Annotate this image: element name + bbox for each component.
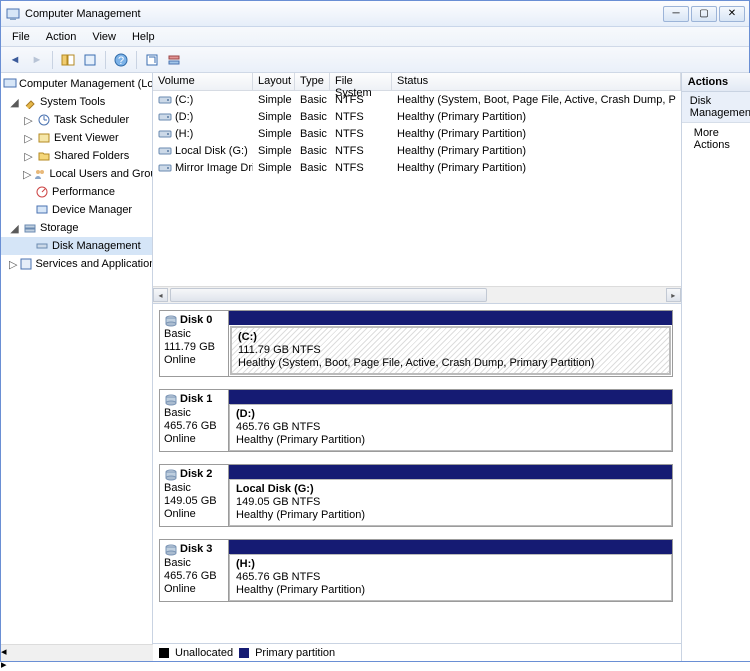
disk-info: Disk 3Basic465.76 GBOnline [159, 539, 229, 602]
close-button[interactable]: ✕ [719, 6, 745, 22]
expander-icon[interactable]: ▷ [23, 168, 31, 181]
actions-section[interactable]: Disk Management▴ [682, 92, 750, 123]
clock-icon [36, 112, 52, 128]
tree-storage[interactable]: Storage [40, 222, 79, 234]
properties-button[interactable] [80, 50, 100, 70]
users-icon [33, 166, 47, 182]
col-volume[interactable]: Volume [153, 73, 253, 90]
computer-icon [3, 76, 17, 92]
tree-local-users[interactable]: Local Users and Groups [49, 168, 153, 180]
more-actions-item[interactable]: More Actions▸ [682, 123, 750, 155]
disk-icon [34, 238, 50, 254]
disk-row[interactable]: Disk 2Basic149.05 GBOnlineLocal Disk (G:… [159, 464, 673, 527]
disk-info: Disk 2Basic149.05 GBOnline [159, 464, 229, 527]
forward-button[interactable]: ► [27, 50, 47, 70]
drive-icon [158, 145, 172, 157]
volume-row[interactable]: Mirror Image Drive (J:)SimpleBasicNTFSHe… [153, 159, 681, 176]
view-settings-button[interactable] [164, 50, 184, 70]
expander-icon[interactable]: ◢ [9, 96, 20, 109]
title-bar: Computer Management ─ ▢ ✕ [1, 1, 749, 27]
menu-view[interactable]: View [85, 29, 123, 45]
partition-bar[interactable]: (H:)465.76 GB NTFSHealthy (Primary Parti… [229, 539, 673, 602]
minimize-button[interactable]: ─ [663, 6, 689, 22]
drive-icon [158, 162, 172, 174]
disk-info: Disk 0Basic111.79 GBOnline [159, 310, 229, 377]
tree-task-scheduler[interactable]: Task Scheduler [54, 114, 129, 126]
menu-action[interactable]: Action [39, 29, 84, 45]
window-title: Computer Management [25, 8, 663, 20]
navigation-tree[interactable]: Computer Management (Local) ◢ System Tool… [1, 73, 153, 644]
volume-row[interactable]: (D:)SimpleBasicNTFSHealthy (Primary Part… [153, 108, 681, 125]
col-type[interactable]: Type [295, 73, 330, 90]
expander-icon[interactable]: ◢ [9, 222, 20, 235]
volume-list-header: Volume Layout Type File System Status [153, 73, 681, 91]
device-icon [34, 202, 50, 218]
disk-cylinder-icon [164, 314, 178, 328]
disk-cylinder-icon [164, 393, 178, 407]
maximize-button[interactable]: ▢ [691, 6, 717, 22]
disk-cylinder-icon [164, 543, 178, 557]
drive-icon [158, 128, 172, 140]
show-hide-tree-button[interactable] [58, 50, 78, 70]
expander-icon[interactable]: ▷ [23, 114, 34, 127]
disk-info: Disk 1Basic465.76 GBOnline [159, 389, 229, 452]
tree-performance[interactable]: Performance [52, 186, 115, 198]
storage-icon [22, 220, 38, 236]
menu-file[interactable]: File [5, 29, 37, 45]
toolbar: ◄ ► ? [1, 47, 749, 73]
volume-row[interactable]: (C:)SimpleBasicNTFSHealthy (System, Boot… [153, 91, 681, 108]
drive-icon [158, 111, 172, 123]
disk-cylinder-icon [164, 468, 178, 482]
tree-scrollbar[interactable]: ◂▸ [1, 644, 153, 661]
actions-header: Actions [682, 73, 750, 92]
drive-icon [158, 94, 172, 106]
volume-row[interactable]: Local Disk (G:)SimpleBasicNTFSHealthy (P… [153, 142, 681, 159]
expander-icon[interactable]: ▷ [23, 150, 34, 163]
app-icon [5, 6, 21, 22]
tree-device-manager[interactable]: Device Manager [52, 204, 132, 216]
legend: Unallocated Primary partition [153, 643, 681, 661]
tree-system-tools[interactable]: System Tools [40, 96, 105, 108]
unallocated-swatch [159, 648, 169, 658]
legend-primary: Primary partition [255, 647, 335, 659]
volume-list-scrollbar[interactable]: ◂▸ [153, 286, 681, 303]
partition-bar[interactable]: Local Disk (G:)149.05 GB NTFSHealthy (Pr… [229, 464, 673, 527]
col-filesystem[interactable]: File System [330, 73, 392, 90]
tree-shared-folders[interactable]: Shared Folders [54, 150, 129, 162]
refresh-button[interactable] [142, 50, 162, 70]
col-status[interactable]: Status [392, 73, 681, 90]
partition-bar[interactable]: (D:)465.76 GB NTFSHealthy (Primary Parti… [229, 389, 673, 452]
expander-icon[interactable]: ▷ [9, 258, 17, 271]
volume-row[interactable]: (H:)SimpleBasicNTFSHealthy (Primary Part… [153, 125, 681, 142]
legend-unallocated: Unallocated [175, 647, 233, 659]
actions-pane: Actions Disk Management▴ More Actions▸ [682, 73, 750, 661]
col-layout[interactable]: Layout [253, 73, 295, 90]
disk-row[interactable]: Disk 3Basic465.76 GBOnline(H:)465.76 GB … [159, 539, 673, 602]
help-button[interactable]: ? [111, 50, 131, 70]
primary-swatch [239, 648, 249, 658]
partition-bar[interactable]: (C:)111.79 GB NTFSHealthy (System, Boot,… [229, 310, 673, 377]
expander-icon[interactable]: ▷ [23, 132, 34, 145]
disk-row[interactable]: Disk 0Basic111.79 GBOnline(C:)111.79 GB … [159, 310, 673, 377]
tree-root[interactable]: Computer Management (Local) [19, 78, 153, 90]
folder-icon [36, 148, 52, 164]
tree-event-viewer[interactable]: Event Viewer [54, 132, 119, 144]
tree-services[interactable]: Services and Applications [35, 258, 153, 270]
tools-icon [22, 94, 38, 110]
menu-bar: File Action View Help [1, 27, 749, 47]
disk-graphical-view[interactable]: Disk 0Basic111.79 GBOnline(C:)111.79 GB … [153, 303, 681, 643]
services-icon [19, 256, 33, 272]
event-icon [36, 130, 52, 146]
back-button[interactable]: ◄ [5, 50, 25, 70]
disk-row[interactable]: Disk 1Basic465.76 GBOnline(D:)465.76 GB … [159, 389, 673, 452]
svg-text:?: ? [118, 55, 124, 67]
performance-icon [34, 184, 50, 200]
tree-disk-management[interactable]: Disk Management [52, 240, 141, 252]
menu-help[interactable]: Help [125, 29, 162, 45]
volume-list[interactable]: (C:)SimpleBasicNTFSHealthy (System, Boot… [153, 91, 681, 286]
